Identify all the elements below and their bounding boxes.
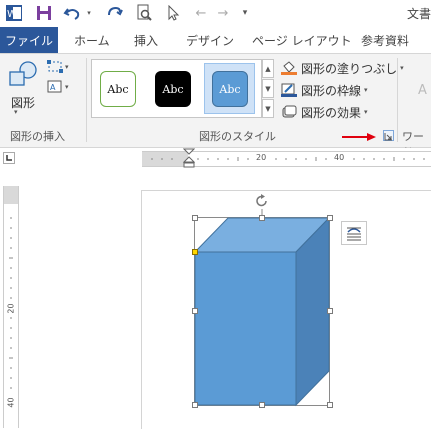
svg-text:W: W — [7, 9, 17, 20]
undo-dropdown-icon[interactable]: ▾ — [84, 3, 94, 23]
group-separator — [397, 58, 398, 142]
svg-text:▾: ▾ — [65, 83, 69, 91]
ribbon-body: 図形 ▾ ▾ A ▾ 図形の挿入 Abc Abc Abc ▲ ▼ ▼ 図形の塗りつ… — [0, 53, 431, 159]
shape-style-thumb-blue[interactable]: Abc — [212, 71, 248, 107]
ruler-tick-label: 40 — [334, 153, 345, 162]
resize-handle[interactable] — [259, 402, 265, 408]
word-app-icon[interactable]: W — [4, 3, 24, 23]
rotation-handle-icon[interactable] — [255, 194, 269, 208]
print-preview-icon[interactable] — [134, 3, 154, 23]
cube-shape[interactable] — [190, 198, 336, 413]
tab-home[interactable]: ホーム — [74, 27, 110, 53]
shape-effects-dropdown-icon: ▾ — [364, 108, 368, 116]
shape-styles-dialog-launcher-icon[interactable] — [383, 130, 394, 141]
edit-points-icon[interactable]: ▾ — [46, 59, 72, 75]
svg-text:A: A — [50, 83, 56, 92]
text-box-icon[interactable]: A ▾ — [46, 79, 72, 95]
svg-text:▾: ▾ — [65, 63, 69, 71]
tab-design[interactable]: デザイン — [186, 27, 234, 53]
shape-styles-group-label: 図形のスタイル — [199, 130, 276, 143]
tab-selector-icon[interactable] — [3, 152, 15, 164]
shape-style-thumb-outline[interactable]: Abc — [100, 71, 136, 107]
forward-arrow-icon[interactable]: → — [214, 3, 232, 23]
resize-handle[interactable] — [327, 402, 333, 408]
wordart-quick-styles-icon[interactable]: A — [410, 74, 431, 114]
shape-style-thumb-dark[interactable]: Abc — [155, 71, 191, 107]
save-icon[interactable] — [34, 3, 54, 23]
insert-shapes-group-label: 図形の挿入 — [10, 130, 65, 143]
tab-page-layout[interactable]: ページ レイアウト — [252, 27, 352, 53]
window-title: 文書 — [406, 7, 431, 21]
shape-effects-button[interactable]: 図形の効果 ▾ — [281, 103, 368, 121]
shape-effects-label: 図形の効果 — [301, 105, 362, 120]
pen-icon — [281, 83, 297, 97]
layout-options-icon[interactable] — [341, 221, 367, 245]
quick-access-toolbar: W ▾ ← → ▾ 文書 — [0, 0, 431, 27]
resize-handle[interactable] — [327, 215, 333, 221]
gallery-up-icon[interactable]: ▲ — [262, 59, 274, 78]
select-pointer-icon[interactable] — [164, 3, 182, 23]
shape-fill-button[interactable]: 図形の塗りつぶし ▾ — [281, 59, 404, 77]
horizontal-ruler-bar: 20 40 — [0, 148, 431, 168]
paint-bucket-icon — [281, 61, 297, 75]
shape-effects-icon — [281, 105, 297, 119]
vruler-tick-label: 40 — [6, 397, 16, 408]
shapes-icon[interactable] — [6, 60, 40, 90]
tab-file[interactable]: ファイル — [0, 27, 58, 53]
shape-outline-button[interactable]: 図形の枠線 ▾ — [281, 81, 368, 99]
shape-fill-label: 図形の塗りつぶし — [301, 61, 398, 76]
shape-outline-label: 図形の枠線 — [301, 83, 362, 98]
document-area: 20 40 — [0, 168, 431, 429]
customize-dropdown-icon[interactable]: ▾ — [238, 3, 252, 23]
vruler-tick-label: 20 — [6, 303, 16, 314]
svg-text:A: A — [418, 83, 427, 98]
resize-handle[interactable] — [192, 402, 198, 408]
gallery-more-icon[interactable]: ▼ — [262, 99, 274, 118]
adjustment-handle[interactable] — [192, 249, 198, 255]
back-arrow-icon[interactable]: ← — [192, 3, 210, 23]
ruler-tick-label: 20 — [256, 153, 267, 162]
redo-icon[interactable] — [104, 3, 124, 23]
tab-references[interactable]: 参考資料 — [361, 27, 409, 53]
shape-fill-dropdown-icon: ▾ — [400, 64, 404, 72]
group-separator — [86, 58, 87, 142]
resize-handle[interactable] — [192, 215, 198, 221]
shapes-dropdown-icon[interactable]: ▾ — [14, 108, 18, 116]
indent-marker-icon[interactable] — [182, 148, 196, 168]
gallery-down-icon[interactable]: ▼ — [262, 79, 274, 98]
red-arrow-annotation — [342, 132, 376, 142]
shape-outline-dropdown-icon: ▾ — [364, 86, 368, 94]
vertical-ruler[interactable]: 20 40 — [3, 186, 19, 428]
ribbon-tabs: ファイル ホーム 挿入 デザイン ページ レイアウト 参考資料 — [0, 27, 431, 53]
resize-handle[interactable] — [192, 308, 198, 314]
resize-handle[interactable] — [327, 308, 333, 314]
tab-insert[interactable]: 挿入 — [134, 27, 158, 53]
resize-handle[interactable] — [259, 215, 265, 221]
undo-icon[interactable] — [62, 3, 82, 23]
